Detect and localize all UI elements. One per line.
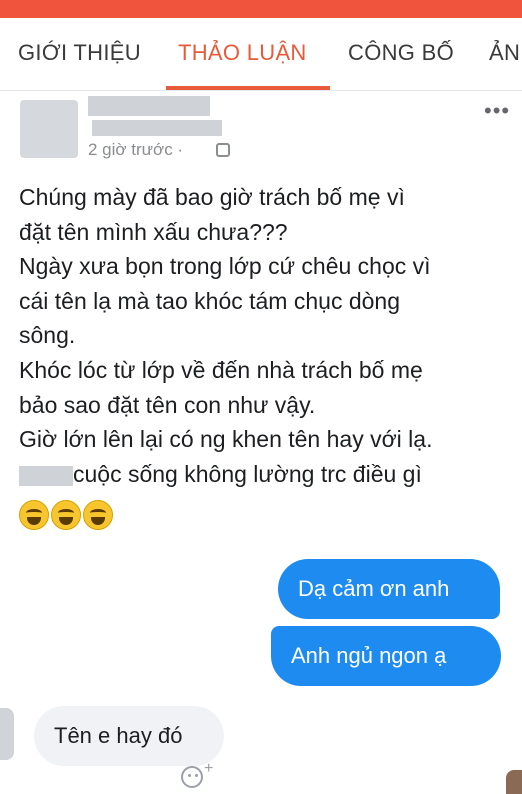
redacted-word (19, 465, 73, 486)
laughing-crying-emoji-icon (83, 500, 113, 530)
author-avatar[interactable] (20, 100, 78, 158)
tab-anh[interactable]: ẢN (489, 40, 520, 66)
author-meta-redacted (92, 120, 222, 136)
post-line: bảo sao đặt tên con như vậy. (19, 391, 316, 418)
outgoing-message[interactable]: Dạ cảm ơn anh (278, 559, 500, 619)
post-text: Chúng mày đã bao giờ trách bố mẹ vì đặt … (19, 180, 514, 491)
post-time: 2 giờ trước · (88, 140, 184, 159)
seen-avatar (506, 770, 522, 794)
post-line: sông. (19, 322, 76, 349)
add-reaction-plus[interactable]: + (204, 760, 213, 778)
post-line: Chúng mày đã bao giờ trách bố mẹ vì (19, 184, 405, 210)
laughing-crying-emoji-icon (19, 500, 49, 530)
top-bar (0, 0, 522, 18)
post-line: Khóc lóc từ lớp về đến nhà trách bố mẹ (19, 356, 423, 383)
sender-avatar-partial (0, 708, 14, 760)
incoming-message[interactable]: Tên e hay đó (34, 706, 224, 766)
post-line-text: cuộc sống không lường trc điều gì (73, 460, 422, 487)
add-reaction-icon[interactable] (181, 766, 203, 788)
post-line-last: cuộc sống không lường trc điều gì (19, 457, 514, 492)
post-line: Ngày xưa bọn trong lớp cứ chêu chọc vì (19, 253, 431, 280)
active-tab-indicator (166, 86, 330, 90)
tab-gioi-thieu[interactable]: GIỚI THIỆU (18, 40, 141, 66)
author-name-redacted (88, 96, 210, 116)
post-line: cái tên lạ mà tao khóc tám chục dòng (19, 287, 400, 314)
outgoing-message[interactable]: Anh ngủ ngon ạ (271, 626, 501, 686)
emoji-row (19, 500, 115, 534)
tab-cong-bo[interactable]: CÔNG BỐ (348, 40, 454, 66)
post-line: Giờ lớn lên lại có ng khen tên hay với l… (19, 426, 433, 453)
post-line: đặt tên mình xấu chưa??? (19, 218, 288, 245)
laughing-crying-emoji-icon (51, 500, 81, 530)
more-options-icon[interactable]: ••• (484, 98, 510, 124)
tab-bar: GIỚI THIỆU THẢO LUẬN CÔNG BỐ ẢN (0, 18, 522, 91)
globe-icon (216, 143, 230, 157)
post-header: 2 giờ trước · ••• (0, 92, 522, 162)
tab-thao-luan[interactable]: THẢO LUẬN (178, 40, 307, 66)
